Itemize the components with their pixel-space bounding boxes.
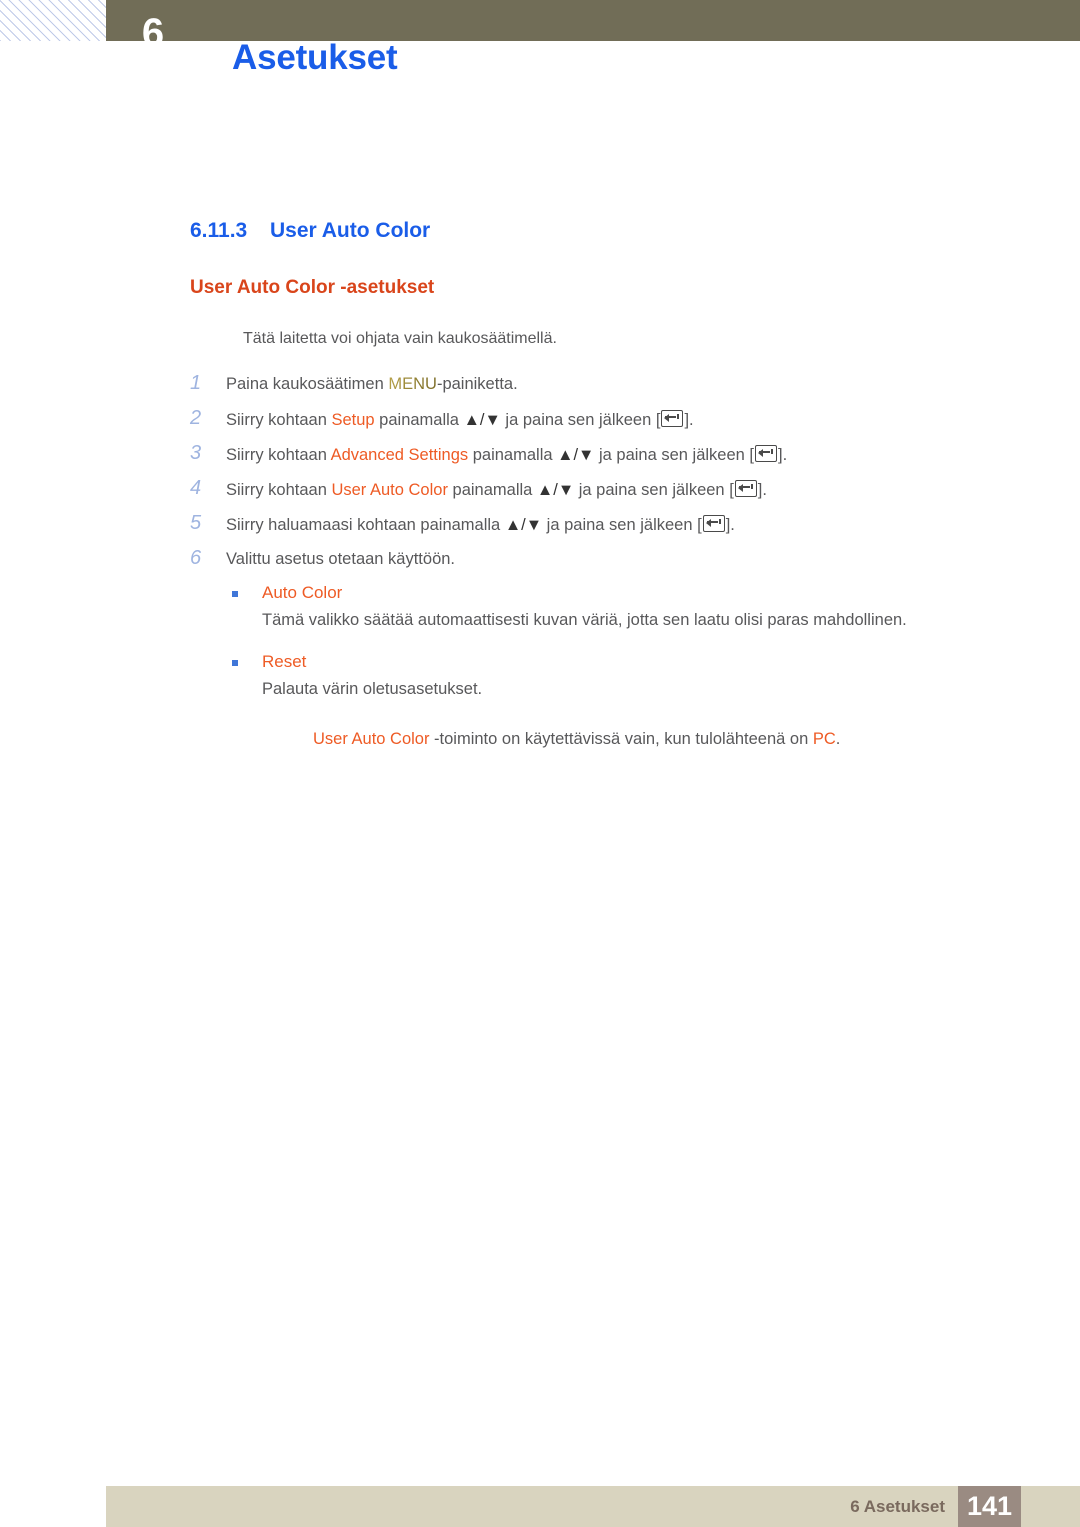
updown-arrow-icon: ▲/▼	[463, 411, 501, 429]
updown-arrow-icon: ▲/▼	[504, 516, 543, 534]
bullet-marker-icon	[232, 591, 238, 597]
option-description: Tämä valikko säätää automaattisesti kuva…	[262, 611, 907, 629]
step-item: 5 Siirry haluamaasi kohtaan painamalla ▲/…	[190, 512, 1050, 547]
text-run: ja paina sen jälkeen [	[500, 411, 661, 429]
text-run: painamalla	[468, 446, 558, 464]
enter-key-tail	[750, 484, 753, 489]
page-number: 141	[966, 1491, 1013, 1521]
text-run: ja paina sen jälkeen [	[574, 481, 734, 499]
text-run: Siirry kohtaan	[226, 411, 332, 429]
option-label: Auto Color	[262, 583, 343, 602]
text-run: -toiminto on käytettävissä vain, kun tul…	[429, 730, 813, 748]
enter-key-icon	[702, 515, 725, 532]
enter-key-tail	[770, 449, 774, 454]
enter-key-tail	[677, 414, 680, 419]
text-run: Siirry kohtaan	[226, 446, 331, 464]
step-text: Valittu asetus otetaan käyttöön.	[226, 550, 455, 569]
updown-arrow-icon: ▲/▼	[536, 481, 575, 499]
text-run: Valittu asetus otetaan käyttöön.	[226, 550, 456, 568]
enter-key-icon	[661, 410, 684, 427]
decorative-hatch-pattern	[0, 0, 106, 41]
text-run: ja paina sen jälkeen [	[542, 516, 702, 534]
list-item: Reset	[232, 652, 1032, 672]
step-text: Siirry kohtaan User Auto Color painamall…	[226, 480, 767, 500]
page-number-box: 141	[958, 1486, 1021, 1527]
step-text: Siirry kohtaan Advanced Settings painama…	[226, 445, 787, 465]
step-text: Siirry kohtaan Setup painamalla ▲/▼ ja p…	[226, 410, 694, 430]
availability-note: User Auto Color -toiminto on käytettävis…	[313, 730, 840, 749]
step-text: Paina kaukosäätimen MENU-painiketta.	[226, 375, 518, 394]
step-list: 1 Paina kaukosäätimen MENU-painiketta. 2 Si…	[190, 372, 1050, 582]
menu-keyword: User Auto Color	[331, 481, 448, 499]
intro-note: Tätä laitetta voi ohjata vain kaukosääti…	[243, 330, 557, 347]
text-run: ].	[725, 516, 735, 534]
page-header-bar: 6	[106, 0, 1080, 41]
section-number: 6.11.3	[190, 219, 248, 242]
step-number: 2	[190, 407, 202, 429]
enter-key-tail	[718, 519, 721, 524]
button-keyword: MENU	[388, 375, 437, 393]
step-number: 1	[190, 372, 202, 394]
list-item: Auto Color	[232, 583, 1032, 603]
enter-key-icon	[755, 445, 778, 462]
menu-keyword: PC	[812, 730, 836, 748]
menu-keyword: User Auto Color	[313, 730, 430, 748]
step-item: 6 Valittu asetus otetaan käyttöön.	[190, 547, 1050, 582]
step-number: 6	[190, 547, 202, 569]
text-run: Siirry haluamaasi kohtaan painamalla	[226, 516, 505, 534]
step-item: 1 Paina kaukosäätimen MENU-painiketta.	[190, 372, 1050, 407]
text-run: -painiketta.	[436, 375, 518, 393]
option-label: Reset	[262, 652, 307, 671]
section-title: User Auto Color	[270, 219, 431, 242]
text-run: Siirry kohtaan	[226, 481, 332, 499]
section-subtitle: User Auto Color -asetukset	[190, 277, 435, 298]
text-run: ].	[778, 446, 788, 464]
step-number: 4	[190, 477, 202, 499]
step-number: 5	[190, 512, 202, 534]
text-run: ja paina sen jälkeen [	[594, 446, 755, 464]
page-footer-band: 6 Asetukset 141	[106, 1486, 1080, 1527]
section-heading: 6.11.3 User Auto Color	[190, 219, 430, 243]
step-text: Siirry haluamaasi kohtaan painamalla ▲/▼…	[226, 515, 735, 535]
menu-keyword: Advanced Settings	[330, 446, 469, 464]
enter-key-icon	[734, 480, 757, 497]
text-run: painamalla	[447, 481, 537, 499]
step-number: 3	[190, 442, 202, 464]
menu-keyword: Setup	[331, 411, 375, 429]
bullet-marker-icon	[232, 660, 238, 666]
option-bullet-list: Auto Color Tämä valikko säätää automaatti…	[232, 583, 1032, 721]
chapter-number-badge: 6	[141, 11, 165, 41]
updown-arrow-icon: ▲/▼	[557, 446, 595, 464]
footer-chapter-label: 6 Asetukset	[850, 1497, 945, 1516]
text-run: .	[835, 730, 841, 748]
step-item: 3 Siirry kohtaan Advanced Settings painam…	[190, 442, 1050, 477]
text-run: painamalla	[374, 411, 464, 429]
text-run: ].	[684, 411, 694, 429]
option-description: Palauta värin oletusasetukset.	[262, 680, 483, 698]
text-run: ].	[757, 481, 767, 499]
running-title: Asetukset	[232, 38, 398, 77]
text-run: Paina kaukosäätimen	[226, 375, 389, 393]
step-item: 2 Siirry kohtaan Setup painamalla ▲/▼ ja …	[190, 407, 1050, 442]
step-item: 4 Siirry kohtaan User Auto Color painamal…	[190, 477, 1050, 512]
